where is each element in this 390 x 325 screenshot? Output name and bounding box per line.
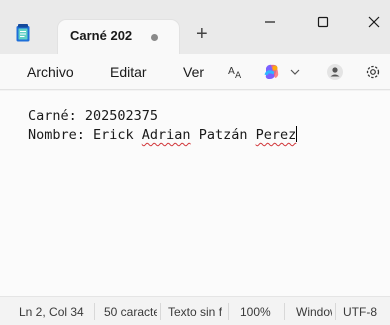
new-tab-button[interactable]: +: [196, 24, 208, 44]
line-2-prefix: Nombre: Erick: [28, 127, 142, 143]
account-avatar-icon[interactable]: [326, 63, 344, 81]
status-divider: [284, 303, 285, 320]
cursor-position[interactable]: Ln 2, Col 34: [19, 305, 91, 319]
document-line-1: Carné: 202502375: [28, 108, 159, 124]
tab-title: Carné 202: [70, 28, 133, 43]
encoding-status[interactable]: UTF-8: [343, 305, 383, 319]
line-ending-status[interactable]: Windows (CRLF): [296, 305, 332, 319]
svg-text:A: A: [235, 71, 242, 80]
tab-document[interactable]: Carné 202: [58, 20, 179, 54]
minimize-icon[interactable]: [260, 12, 280, 32]
misspelled-word[interactable]: Perez: [256, 127, 297, 143]
menu-editar[interactable]: Editar: [110, 64, 147, 80]
status-divider: [228, 303, 229, 320]
menu-ver[interactable]: Ver: [183, 64, 204, 80]
line-2-middle: Patzán: [190, 127, 256, 143]
misspelled-word[interactable]: Adrian: [142, 127, 191, 143]
unsaved-indicator-icon[interactable]: [151, 34, 158, 41]
text-caret: [296, 126, 298, 142]
status-divider: [335, 303, 336, 320]
close-icon[interactable]: [364, 12, 384, 32]
title-bar: Carné 202 +: [0, 0, 390, 54]
character-count: 50 caracteres: [104, 305, 157, 319]
maximize-icon[interactable]: [313, 12, 333, 32]
status-divider: [94, 303, 95, 320]
document-line-2: Nombre: Erick Adrian Patzán Perez: [28, 126, 298, 143]
text-format-icon[interactable]: A A: [228, 64, 246, 80]
status-divider: [160, 303, 161, 320]
text-format-status[interactable]: Texto sin formato: [168, 305, 222, 319]
zoom-level[interactable]: 100%: [240, 305, 274, 319]
menu-bar: Archivo Editar Ver A A: [0, 54, 390, 90]
menu-archivo[interactable]: Archivo: [27, 64, 74, 80]
copilot-icon[interactable]: [262, 62, 282, 82]
svg-text:A: A: [228, 66, 235, 77]
notepad-app-icon: [16, 24, 30, 42]
status-bar: Ln 2, Col 34 50 caracteres Texto sin for…: [0, 296, 390, 325]
gear-icon[interactable]: [364, 63, 382, 81]
text-editor[interactable]: Carné: 202502375 Nombre: Erick Adrian Pa…: [0, 91, 390, 296]
chevron-down-icon[interactable]: [290, 68, 300, 76]
